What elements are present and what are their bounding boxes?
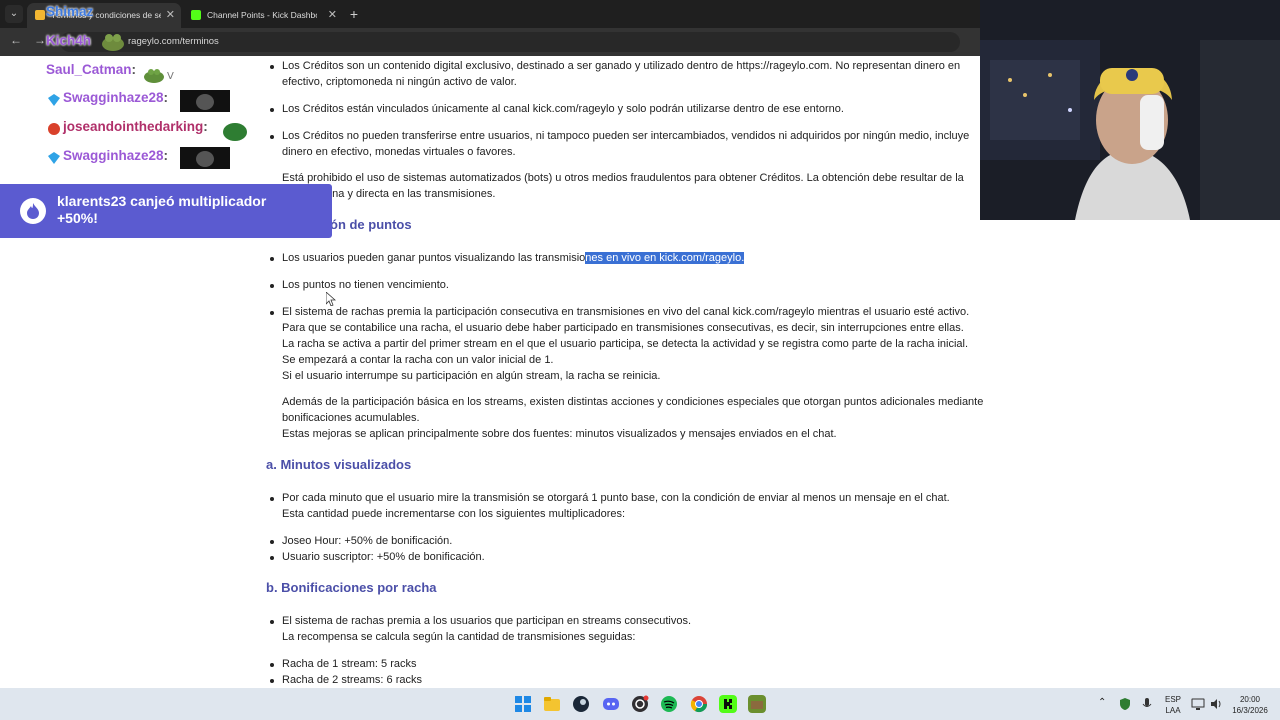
chat-message: Kich4h — [46, 33, 91, 55]
discord-icon[interactable] — [602, 695, 620, 713]
racha-list: El sistema de rachas premia a los usuari… — [270, 613, 1002, 688]
new-tab-button[interactable]: + — [346, 4, 362, 24]
chat-username: Swagginhaze28 — [63, 90, 164, 105]
close-icon[interactable]: ✕ — [328, 3, 337, 27]
tab-title: Channel Points - Kick Dashboard — [207, 10, 317, 20]
paragraph: Está prohibido el uso de sistemas automa… — [282, 172, 964, 200]
chat-message: Swagginhaze28: — [63, 90, 169, 105]
chat-username: Shimaz — [46, 4, 94, 19]
url-field[interactable]: rageylo.com/terminos — [60, 32, 960, 52]
kick-logo-icon — [191, 10, 201, 20]
list-item: Los Créditos están vinculados únicamente… — [270, 101, 1002, 117]
sub-badge-icon — [48, 94, 60, 106]
chat-message: Saul_Catman: — [46, 62, 137, 77]
list-item: Los Créditos son un contenido digital ex… — [270, 58, 1002, 90]
webcam-video — [980, 0, 1280, 220]
kick-icon[interactable] — [719, 695, 737, 713]
list-item: El sistema de rachas premia la participa… — [270, 304, 1002, 384]
chat-message: Swagginhaze28: — [63, 148, 169, 163]
paragraph: Además de la participación básica en los… — [282, 396, 984, 440]
volume-icon[interactable] — [1209, 697, 1223, 711]
chat-username: Kich4h — [46, 33, 92, 48]
chat-username: Swagginhaze28 — [63, 148, 164, 163]
back-icon[interactable]: ← — [10, 33, 22, 47]
minutos-list: Por cada minuto que el usuario mire la t… — [270, 490, 1002, 565]
list-item: Joseo Hour: +50% de bonificación. — [270, 533, 1002, 549]
file-explorer-icon[interactable] — [543, 695, 561, 713]
microphone-icon[interactable] — [1140, 697, 1154, 711]
chevron-up-icon[interactable]: ⌃ — [1098, 697, 1106, 708]
taskbar: ⌃ ESP LAA 20:00 16/3/2026 — [0, 688, 1280, 720]
forward-icon[interactable]: → — [34, 33, 46, 47]
windows-start-icon[interactable] — [514, 695, 532, 713]
chat-username: joseandointhedarking — [63, 119, 204, 134]
sub-badge-icon — [48, 152, 60, 164]
language-indicator[interactable]: ESP LAA — [1162, 694, 1184, 716]
chat-username: Saul_Catman — [46, 62, 132, 77]
screen: ⌄ Términos y condiciones de servicio ✕ C… — [0, 0, 1280, 720]
emote-icon — [102, 34, 124, 51]
list-item: Por cada minuto que el usuario mire la t… — [270, 490, 1002, 522]
mouse-cursor-icon — [326, 292, 336, 306]
creditos-list: Los Créditos son un contenido digital ex… — [270, 58, 1002, 160]
minutos-heading: a. Minutos visualizados — [266, 457, 412, 472]
minecraft-icon[interactable] — [748, 695, 766, 713]
frog-emote-icon: V — [144, 69, 174, 83]
chat-message: Shimaz — [46, 4, 93, 26]
list-item: Los Créditos no pueden transferirse entr… — [270, 128, 1002, 160]
security-icon[interactable] — [1118, 697, 1132, 711]
steam-icon[interactable] — [572, 695, 590, 713]
favicon-icon — [35, 10, 45, 20]
badge-icon — [48, 123, 60, 135]
list-item: Racha de 2 streams: 6 racks — [270, 672, 1002, 688]
clock[interactable]: 20:00 16/3/2026 — [1228, 694, 1272, 716]
network-icon[interactable] — [1191, 697, 1205, 711]
puntos-list: Los usuarios pueden ganar puntos visuali… — [270, 250, 1002, 384]
chrome-icon[interactable] — [690, 695, 708, 713]
webcam-overlay — [980, 0, 1280, 220]
selected-text: nes en vivo en kick.com/rageylo. — [585, 252, 745, 264]
tab-channel-points[interactable]: Channel Points - Kick Dashboard ✕ — [183, 3, 343, 28]
list-item: Los usuarios pueden ganar puntos visuali… — [270, 250, 1002, 266]
pepe-emote-icon — [223, 123, 247, 141]
list-item: Los puntos no tienen vencimiento. — [270, 277, 1002, 293]
close-icon[interactable]: ✕ — [166, 3, 175, 27]
alert-text: klarents23 canjeó multiplicador +50%! — [57, 193, 267, 226]
obs-icon[interactable] — [631, 695, 649, 713]
list-item: Usuario suscriptor: +50% de bonificación… — [270, 549, 1002, 565]
spotify-icon[interactable] — [660, 695, 678, 713]
redeem-alert: klarents23 canjeó multiplicador +50%! — [0, 184, 332, 238]
tab-search-button[interactable]: ⌄ — [5, 5, 23, 23]
svg-text:V: V — [167, 71, 174, 82]
emote-icon — [180, 90, 230, 112]
section-heading: ón de puntos — [330, 217, 412, 232]
chat-message: joseandointhedarking: — [63, 119, 208, 134]
list-item: Racha de 1 stream: 5 racks — [270, 656, 1002, 672]
racha-heading: b. Bonificaciones por racha — [266, 580, 437, 595]
flame-icon — [27, 203, 39, 219]
emote-icon — [180, 147, 230, 169]
list-item: El sistema de rachas premia a los usuari… — [270, 613, 1002, 645]
